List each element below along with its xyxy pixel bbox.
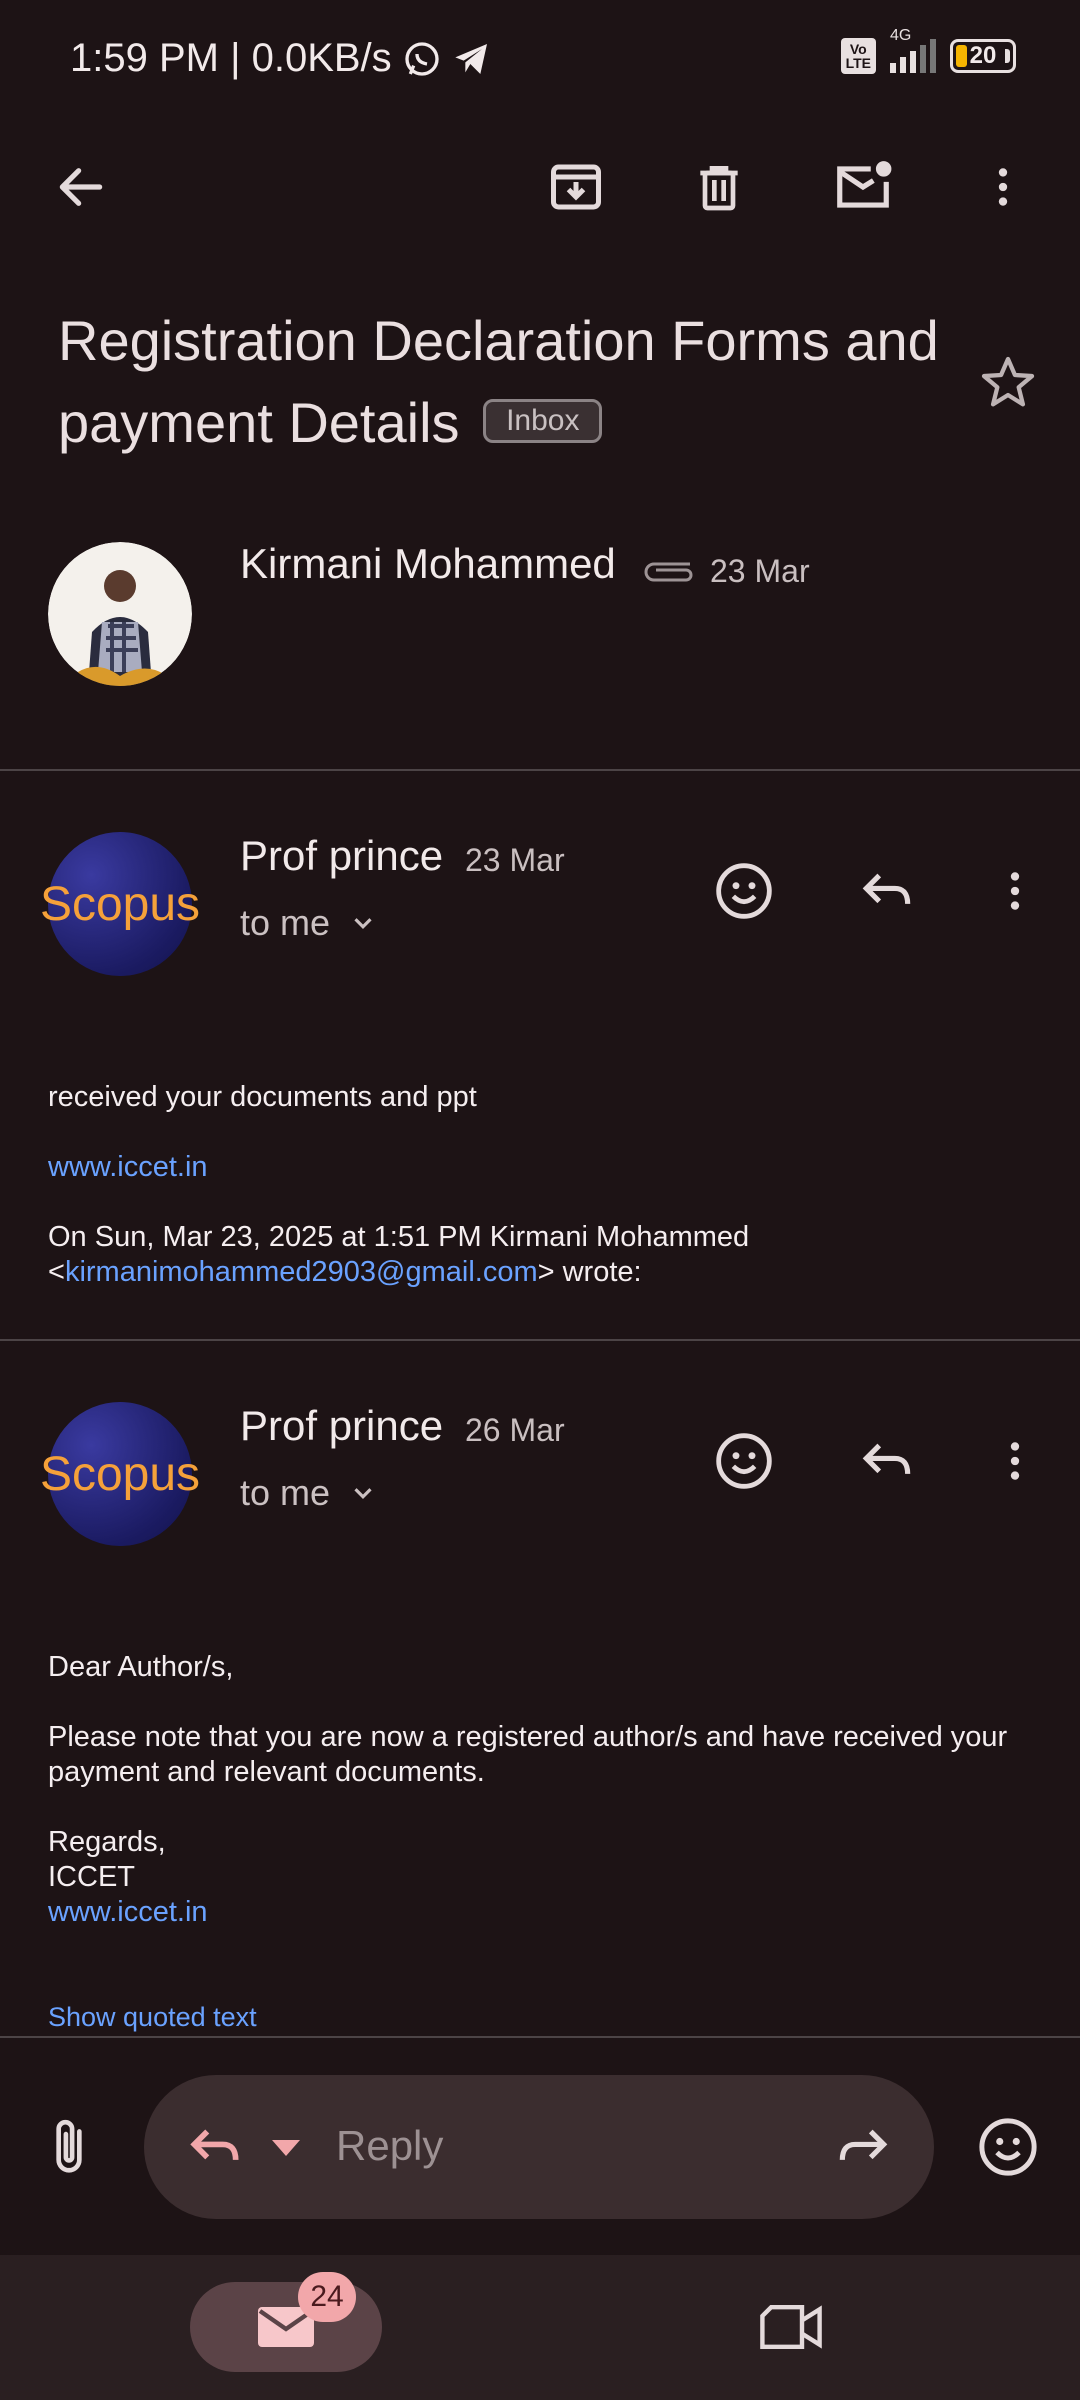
reply-icon (190, 2129, 239, 2161)
star-icon (981, 356, 1035, 407)
quote-header: On Sun, Mar 23, 2025 at 1:51 PM Kirmani … (48, 1220, 1028, 1290)
reply-button[interactable] (852, 1426, 922, 1496)
back-button[interactable] (46, 152, 116, 222)
telegram-icon (455, 43, 487, 74)
unread-count-badge: 24 (298, 2272, 356, 2322)
sender-name: Kirmani Mohammed (240, 540, 616, 587)
message-more-button[interactable] (980, 856, 1050, 926)
status-left: 1:59 PM | 0.0KB/s (70, 36, 492, 81)
message-date: 26 Mar (465, 1412, 565, 1448)
message-expanded-2: Scopus Prof prince 23 Mar to me received… (0, 770, 1080, 1340)
avatar-text: Scopus (39, 877, 201, 931)
arrow-left-icon (59, 168, 103, 206)
status-right: Vo LTE 4G 20 (840, 27, 1016, 74)
smiley-icon (716, 863, 772, 919)
sender-avatar-scopus: Scopus (40, 1402, 200, 1546)
mark-unread-button[interactable] (828, 152, 898, 222)
recipient-details-toggle[interactable]: to me (240, 1472, 378, 1514)
sender-name: Prof prince (240, 1402, 444, 1449)
message-more-button[interactable] (980, 1426, 1050, 1496)
battery-level: 20 (969, 42, 997, 69)
network-type: 4G (890, 27, 912, 44)
battery-icon: 20 (950, 39, 1016, 73)
react-emoji-button[interactable] (709, 856, 779, 926)
more-vert-icon (998, 168, 1008, 206)
mail-unread-icon (837, 161, 892, 208)
status-time-speed: 1:59 PM | 0.0KB/s (70, 36, 392, 80)
signal-icon: 4G (890, 27, 936, 73)
regards: Regards, (48, 1826, 166, 1858)
paperclip-icon (56, 2119, 82, 2173)
more-vert-icon (1010, 872, 1020, 910)
website-link[interactable]: www.iccet.in (48, 1150, 208, 1185)
whatsapp-icon (405, 41, 439, 76)
emoji-button[interactable] (973, 2112, 1043, 2182)
chevron-down-icon (354, 1488, 372, 1499)
recipient-text: to me (240, 1472, 331, 1513)
message-date: 23 Mar (710, 553, 810, 589)
smiley-icon (716, 1433, 772, 1489)
status-bar: 1:59 PM | 0.0KB/s Vo LTE 4G 20 (0, 0, 1080, 120)
message-expanded-3: Scopus Prof prince 26 Mar to me Dear Aut… (0, 1340, 1080, 2040)
reply-compose-bar[interactable] (144, 2075, 934, 2219)
archive-button[interactable] (541, 152, 611, 222)
forward-icon (839, 2129, 888, 2161)
more-options-button[interactable] (968, 152, 1038, 222)
forward-button[interactable] (828, 2112, 898, 2182)
recipient-details-toggle[interactable]: to me (240, 902, 378, 944)
star-button[interactable] (973, 348, 1043, 418)
delete-button[interactable] (684, 152, 754, 222)
email-subject: Registration Declaration Forms and payme… (58, 300, 958, 464)
caret-down-icon (272, 2140, 300, 2156)
divider (0, 2036, 1080, 2038)
attachment-icon (644, 562, 693, 582)
reply-button[interactable] (852, 856, 922, 926)
sender-name: Prof prince (240, 832, 444, 879)
avatar-text: Scopus (39, 1447, 201, 1501)
reply-icon (862, 1443, 911, 1475)
signature: ICCET (48, 1861, 135, 1893)
sender-avatar (48, 542, 192, 686)
attach-button[interactable] (34, 2112, 104, 2182)
reply-type-button[interactable] (180, 2112, 250, 2182)
meet-tab[interactable] (756, 2292, 826, 2362)
more-vert-icon (1010, 1442, 1020, 1480)
chevron-down-icon (354, 918, 372, 929)
message-collapsed-1[interactable]: Kirmani Mohammed 23 Mar (0, 520, 1080, 770)
reply-icon (862, 873, 911, 905)
website-link[interactable]: www.iccet.in (48, 1895, 208, 1930)
archive-icon (551, 164, 601, 210)
reply-placeholder[interactable]: Reply (336, 2122, 443, 2170)
greeting: Dear Author/s, (48, 1651, 234, 1683)
reply-type-dropdown[interactable] (270, 2138, 302, 2163)
inbox-label-chip[interactable]: Inbox (483, 399, 603, 444)
recipient-text: to me (240, 902, 331, 943)
message-body-line: received your documents and ppt (48, 1081, 477, 1113)
sender-avatar-scopus: Scopus (40, 832, 200, 976)
quote-close: > wrote: (537, 1256, 642, 1288)
trash-icon (700, 166, 738, 211)
message-date: 23 Mar (465, 842, 565, 878)
smiley-icon (979, 2118, 1037, 2176)
show-quoted-text-link[interactable]: Show quoted text (48, 2000, 257, 2035)
bottom-navigation (0, 2255, 1080, 2400)
message-paragraph: Please note that you are now a registere… (48, 1721, 1008, 1788)
quote-header-text: On Sun, Mar 23, 2025 at 1:51 PM Kirmani … (48, 1221, 750, 1253)
volte-icon: Vo LTE (840, 38, 876, 74)
email-link[interactable]: kirmanimohammed2903@gmail.com (65, 1256, 538, 1288)
react-emoji-button[interactable] (709, 1426, 779, 1496)
quote-open: < (48, 1256, 65, 1288)
video-camera-icon (760, 2305, 822, 2349)
